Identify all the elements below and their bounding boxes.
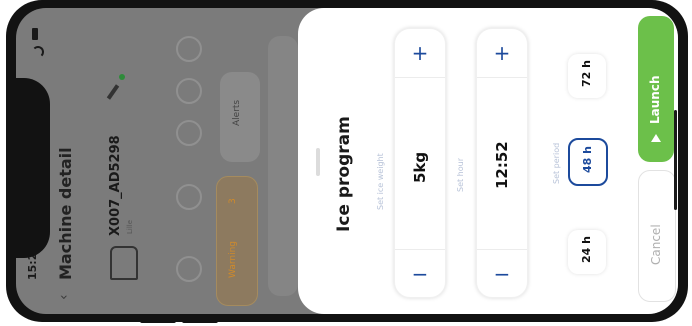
bg-card-right [268, 36, 298, 296]
hour-value: 12:52 [493, 141, 511, 189]
period-option-48h[interactable]: 48 h [568, 138, 608, 186]
hour-plus-button[interactable]: + [477, 29, 527, 77]
period-option-label: 48 h [581, 146, 594, 173]
machine-id: X007_AD5298 [108, 135, 123, 236]
bg-icon-5 [176, 36, 202, 62]
bg-icon-4 [176, 78, 202, 104]
warning-label: Warning [228, 240, 238, 278]
signal-icon [32, 28, 38, 40]
hour-minus-button[interactable]: − [477, 250, 527, 298]
online-dot [119, 74, 125, 80]
machine-location: Lille [126, 219, 134, 234]
ice-program-sheet: Ice program Set ice weight + 5kg − Set h… [298, 8, 678, 314]
side-button-1 [140, 317, 176, 323]
period-label: Set period [552, 142, 561, 184]
launch-button[interactable]: Launch [638, 16, 674, 162]
machine-icon [110, 246, 138, 280]
warning-count: 3 [228, 198, 238, 204]
hour-label: Set hour [456, 157, 465, 192]
side-button-2 [182, 317, 218, 323]
edit-icon[interactable] [106, 84, 120, 100]
scroll-indicator [674, 110, 677, 210]
screen: 15:20 ‹ Machine detail X007_AD5298 Lille… [16, 8, 678, 314]
launch-label: Launch [648, 75, 662, 125]
weight-plus-button[interactable]: + [395, 29, 445, 77]
wifi-icon [32, 46, 44, 58]
cancel-label: Cancel [649, 224, 663, 265]
sheet-handle[interactable] [316, 148, 320, 176]
phone-notch [16, 78, 50, 258]
bg-icon-1 [176, 256, 202, 282]
back-icon[interactable]: ‹ [56, 294, 72, 300]
cancel-button[interactable]: Cancel [638, 170, 676, 302]
weight-stepper: + 5kg − [394, 28, 446, 298]
period-option-72h[interactable]: 72 h [568, 54, 606, 98]
play-icon [651, 134, 661, 142]
weight-label: Set ice weight [376, 153, 385, 210]
sheet-title: Ice program [334, 116, 354, 232]
weight-value: 5kg [411, 151, 429, 183]
bg-icon-2 [176, 184, 202, 210]
stepper-divider [395, 77, 445, 78]
hour-stepper: + 12:52 − [476, 28, 528, 298]
bg-icon-3 [176, 120, 202, 146]
period-option-label: 72 h [580, 60, 593, 87]
phone-frame: 15:20 ‹ Machine detail X007_AD5298 Lille… [6, 0, 688, 322]
weight-minus-button[interactable]: − [395, 250, 445, 298]
alerts-label: Alerts [232, 99, 242, 126]
page-title: Machine detail [56, 147, 75, 280]
stepper-divider [477, 77, 527, 78]
period-option-label: 24 h [580, 236, 593, 263]
period-option-24h[interactable]: 24 h [568, 230, 606, 274]
